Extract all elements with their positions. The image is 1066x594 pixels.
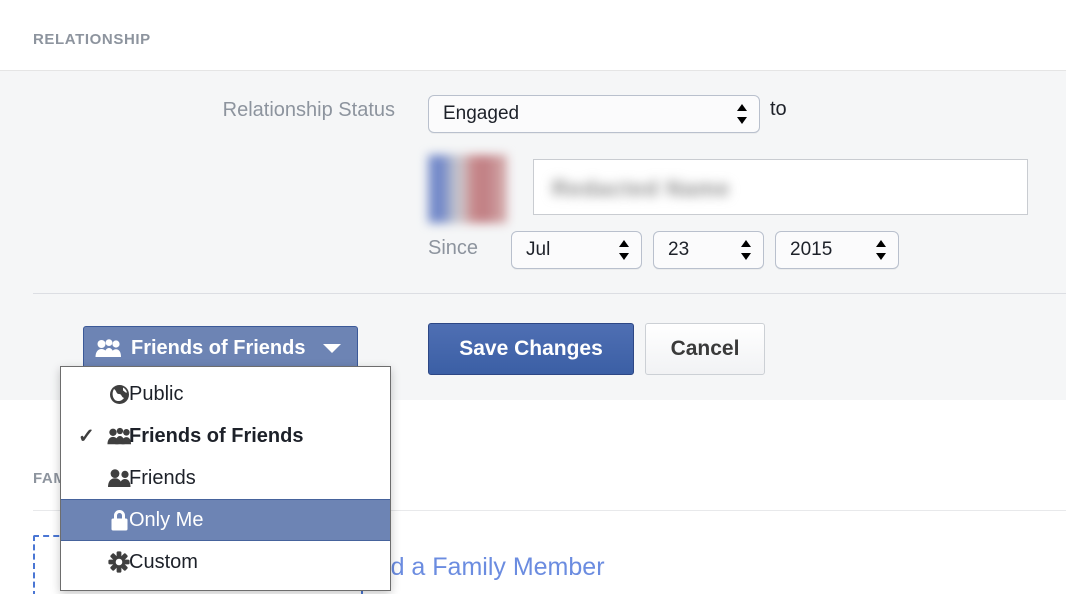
since-day-select[interactable]: 23 (653, 231, 764, 269)
partner-name-value: Redacted Name (552, 176, 731, 201)
partner-row: Redacted Name (428, 155, 1028, 223)
panel-divider (33, 293, 1066, 294)
privacy-menu-item-friends[interactable]: Friends (61, 457, 390, 499)
relationship-status-select[interactable]: Engaged (428, 95, 760, 133)
privacy-menu-label: Friends of Friends (129, 424, 304, 447)
privacy-menu-label: Only Me (129, 508, 204, 531)
relationship-edit-screen: RELATIONSHIP Relationship Status Engaged… (0, 0, 1066, 594)
privacy-menu-item-only-me[interactable]: Only Me (61, 499, 390, 541)
chevron-down-icon (323, 343, 342, 353)
since-day-value: 23 (668, 239, 690, 260)
since-label: Since (428, 237, 479, 259)
privacy-menu-item-custom[interactable]: Custom (61, 541, 390, 583)
section-header: RELATIONSHIP (0, 0, 1066, 71)
relationship-status-value: Engaged (443, 103, 520, 124)
since-year-value: 2015 (790, 239, 833, 260)
avatar (428, 155, 507, 223)
save-changes-label: Save Changes (459, 337, 603, 360)
privacy-menu-item-friends-of-friends[interactable]: ✓ Friends of Friends (61, 415, 390, 457)
privacy-menu-item-public[interactable]: Public (61, 373, 390, 415)
since-month-select[interactable]: Jul (511, 231, 642, 269)
privacy-menu-label: Friends (129, 466, 196, 489)
privacy-selector-label: Friends of Friends (131, 336, 306, 359)
checkmark-icon: ✓ (78, 425, 95, 448)
privacy-dropdown-menu: Public ✓ Friends of Friends Friends Only… (60, 366, 391, 591)
stepper-arrows-icon (741, 239, 752, 261)
cancel-label: Cancel (670, 337, 740, 360)
lock-icon (107, 508, 131, 532)
partner-name-field[interactable]: Redacted Name (533, 159, 1028, 215)
gear-icon (107, 550, 131, 574)
page-title: RELATIONSHIP (33, 31, 151, 48)
privacy-menu-label: Public (129, 382, 184, 405)
friends-of-friends-icon (95, 338, 121, 358)
save-changes-button[interactable]: Save Changes (428, 323, 634, 375)
friends-of-friends-icon (107, 424, 131, 448)
to-connector-label: to (770, 98, 787, 120)
stepper-arrows-icon (737, 103, 748, 125)
stepper-arrows-icon (876, 239, 887, 261)
since-year-select[interactable]: 2015 (775, 231, 899, 269)
friends-icon (107, 466, 131, 490)
relationship-status-label: Relationship Status (222, 99, 395, 121)
cancel-button[interactable]: Cancel (645, 323, 765, 375)
privacy-selector-button[interactable]: Friends of Friends (83, 326, 359, 370)
privacy-menu-label: Custom (129, 550, 198, 573)
relationship-edit-panel: Relationship Status Engaged to Redacted … (0, 71, 1066, 400)
globe-icon (107, 382, 131, 406)
add-family-member-link[interactable]: Add a Family Member (360, 553, 605, 582)
since-month-value: Jul (526, 239, 551, 260)
stepper-arrows-icon (619, 239, 630, 261)
